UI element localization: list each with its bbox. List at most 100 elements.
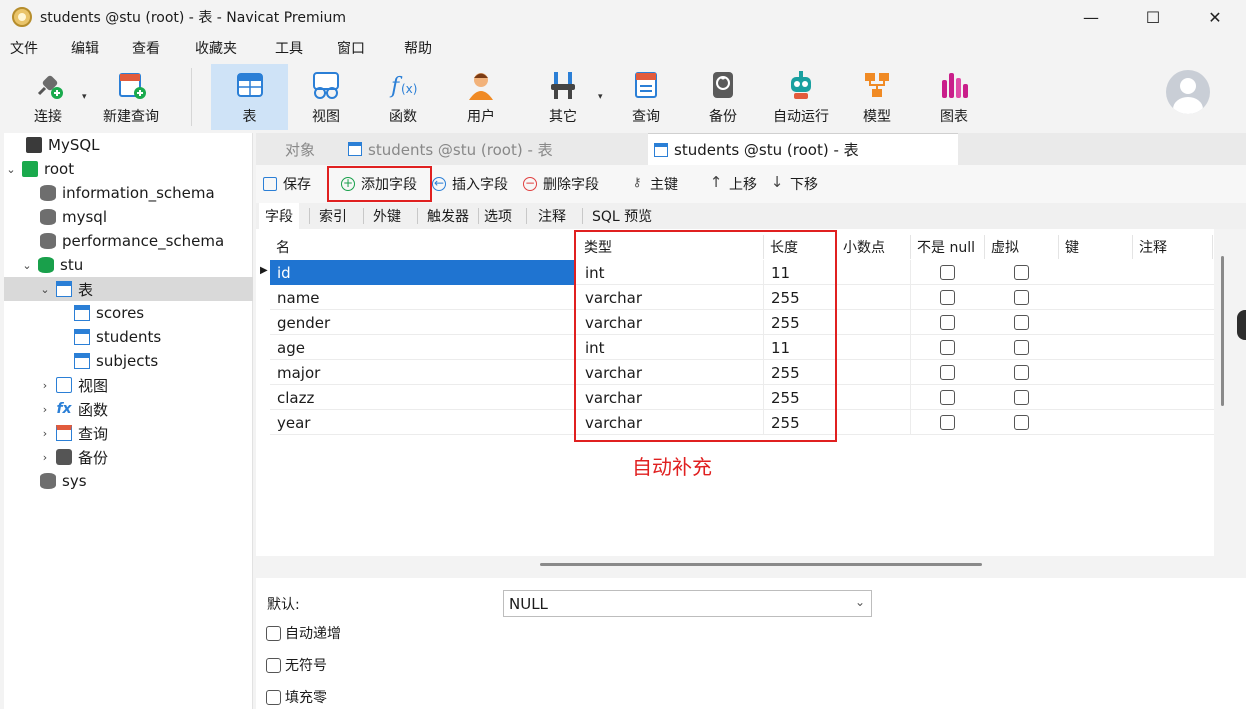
checkbox[interactable] xyxy=(266,657,281,673)
tree-item-views[interactable]: › 视图 xyxy=(38,373,108,397)
tab-options[interactable]: 选项 xyxy=(478,203,518,229)
model-button[interactable]: 模型 xyxy=(847,64,907,130)
column-header-key[interactable]: 键 xyxy=(1059,235,1133,259)
tree-item-backups[interactable]: › 备份 xyxy=(38,445,108,469)
cell-decimals[interactable] xyxy=(837,360,911,385)
virtual-checkbox[interactable] xyxy=(1014,265,1029,280)
tab-sql-preview[interactable]: SQL 预览 xyxy=(586,203,658,229)
chevron-right-icon[interactable]: › xyxy=(38,379,52,392)
chevron-down-icon[interactable]: ⌄ xyxy=(4,163,18,176)
tab-triggers[interactable]: 触发器 xyxy=(421,203,475,229)
chevron-down-icon[interactable]: ⌄ xyxy=(38,283,52,296)
maximize-button[interactable]: ☐ xyxy=(1122,0,1184,34)
move-down-button[interactable]: ↓ 下移 xyxy=(770,173,818,195)
menu-window[interactable]: 窗口 xyxy=(337,38,365,58)
virtual-checkbox[interactable] xyxy=(1014,415,1029,430)
virtual-checkbox[interactable] xyxy=(1014,390,1029,405)
vertical-scrollbar[interactable] xyxy=(1221,256,1224,406)
not-null-checkbox[interactable] xyxy=(940,265,955,280)
primary-key-button[interactable]: ⚷ 主键 xyxy=(630,173,678,195)
not-null-checkbox[interactable] xyxy=(940,315,955,330)
query-button[interactable]: 查询 xyxy=(616,64,676,130)
cell-decimals[interactable] xyxy=(837,335,911,360)
not-null-checkbox[interactable] xyxy=(940,365,955,380)
virtual-checkbox[interactable] xyxy=(1014,290,1029,305)
tree-item-mysql-db[interactable]: mysql xyxy=(40,205,107,229)
tree-item-functions[interactable]: › fx 函数 xyxy=(38,397,108,421)
side-panel-handle[interactable] xyxy=(1237,310,1246,340)
save-button[interactable]: 保存 xyxy=(263,173,311,195)
cell-decimals[interactable] xyxy=(837,260,911,285)
tree-item-tables[interactable]: ⌄ 表 xyxy=(4,277,253,301)
close-button[interactable]: ✕ xyxy=(1184,0,1246,34)
chart-button[interactable]: 图表 xyxy=(924,64,984,130)
tab-comment[interactable]: 注释 xyxy=(532,203,572,229)
menu-tools[interactable]: 工具 xyxy=(275,38,303,58)
cell-decimals[interactable] xyxy=(837,385,911,410)
chevron-right-icon[interactable]: › xyxy=(38,427,52,440)
cell-decimals[interactable] xyxy=(837,410,911,435)
column-header-virtual[interactable]: 虚拟 xyxy=(985,235,1059,259)
other-button[interactable]: 其它 xyxy=(533,64,593,130)
chevron-down-icon[interactable]: ⌄ xyxy=(20,259,34,272)
horizontal-scrollbar[interactable] xyxy=(540,563,982,566)
tree-item-stu[interactable]: ⌄ stu xyxy=(20,253,83,277)
tab-fields[interactable]: 字段 xyxy=(259,203,299,229)
column-header-comment[interactable]: 注释 xyxy=(1133,235,1213,259)
tree-item-performance-schema[interactable]: performance_schema xyxy=(40,229,224,253)
cell-decimals[interactable] xyxy=(837,285,911,310)
tab-indexes[interactable]: 索引 xyxy=(313,203,353,229)
tab-objects[interactable]: 对象 xyxy=(256,133,344,165)
cell-name[interactable]: gender xyxy=(270,310,576,335)
tree-item-root[interactable]: ⌄ root xyxy=(4,157,74,181)
checkbox[interactable] xyxy=(266,625,281,641)
connect-button[interactable]: 连接 xyxy=(18,64,78,130)
delete-field-button[interactable]: − 删除字段 xyxy=(523,173,599,195)
tab-foreign-keys[interactable]: 外键 xyxy=(367,203,407,229)
user-button[interactable]: 用户 xyxy=(451,64,511,130)
cell-name[interactable]: name xyxy=(270,285,576,310)
menu-edit[interactable]: 编辑 xyxy=(71,38,99,58)
backup-button[interactable]: 备份 xyxy=(693,64,753,130)
user-avatar[interactable] xyxy=(1166,70,1210,114)
checkbox[interactable] xyxy=(266,689,281,705)
chevron-right-icon[interactable]: › xyxy=(38,403,52,416)
cell-name[interactable]: clazz xyxy=(270,385,576,410)
table-button[interactable]: 表 xyxy=(211,64,288,130)
new-query-button[interactable]: 新建查询 xyxy=(98,64,164,130)
tree-item-queries[interactable]: › 查询 xyxy=(38,421,108,445)
unsigned-checkbox[interactable]: 无符号 xyxy=(266,655,327,675)
virtual-checkbox[interactable] xyxy=(1014,365,1029,380)
function-button[interactable]: f (x) 函数 xyxy=(373,64,433,130)
menu-view[interactable]: 查看 xyxy=(132,38,160,58)
connect-dropdown-icon[interactable]: ▾ xyxy=(82,92,87,102)
not-null-checkbox[interactable] xyxy=(940,415,955,430)
move-up-button[interactable]: ↑ 上移 xyxy=(709,173,757,195)
column-header-not-null[interactable]: 不是 null xyxy=(911,235,985,259)
tree-item-information-schema[interactable]: information_schema xyxy=(40,181,215,205)
tree-item-sys[interactable]: sys xyxy=(40,469,87,493)
menu-file[interactable]: 文件 xyxy=(10,38,38,58)
menu-favorites[interactable]: 收藏夹 xyxy=(195,38,237,58)
view-button[interactable]: 视图 xyxy=(296,64,356,130)
cell-name[interactable]: id xyxy=(270,260,576,285)
tab-students-inactive[interactable]: students @stu (root) - 表 xyxy=(344,133,648,165)
auto-increment-checkbox[interactable]: 自动递增 xyxy=(266,623,341,643)
cell-name[interactable]: major xyxy=(270,360,576,385)
not-null-checkbox[interactable] xyxy=(940,340,955,355)
insert-field-button[interactable]: ← 插入字段 xyxy=(432,173,508,195)
tree-item-subjects[interactable]: subjects xyxy=(74,349,158,373)
cell-name[interactable]: year xyxy=(270,410,576,435)
column-header-decimals[interactable]: 小数点 xyxy=(837,235,911,259)
cell-name[interactable]: age xyxy=(270,335,576,360)
default-value-select[interactable]: NULL ⌄ xyxy=(503,590,872,617)
automation-button[interactable]: 自动运行 xyxy=(766,64,836,130)
virtual-checkbox[interactable] xyxy=(1014,340,1029,355)
cell-decimals[interactable] xyxy=(837,310,911,335)
not-null-checkbox[interactable] xyxy=(940,290,955,305)
chevron-right-icon[interactable]: › xyxy=(38,451,52,464)
minimize-button[interactable]: — xyxy=(1060,0,1122,34)
not-null-checkbox[interactable] xyxy=(940,390,955,405)
column-header-name[interactable]: 名 xyxy=(270,235,576,259)
other-dropdown-icon[interactable]: ▾ xyxy=(598,92,603,102)
